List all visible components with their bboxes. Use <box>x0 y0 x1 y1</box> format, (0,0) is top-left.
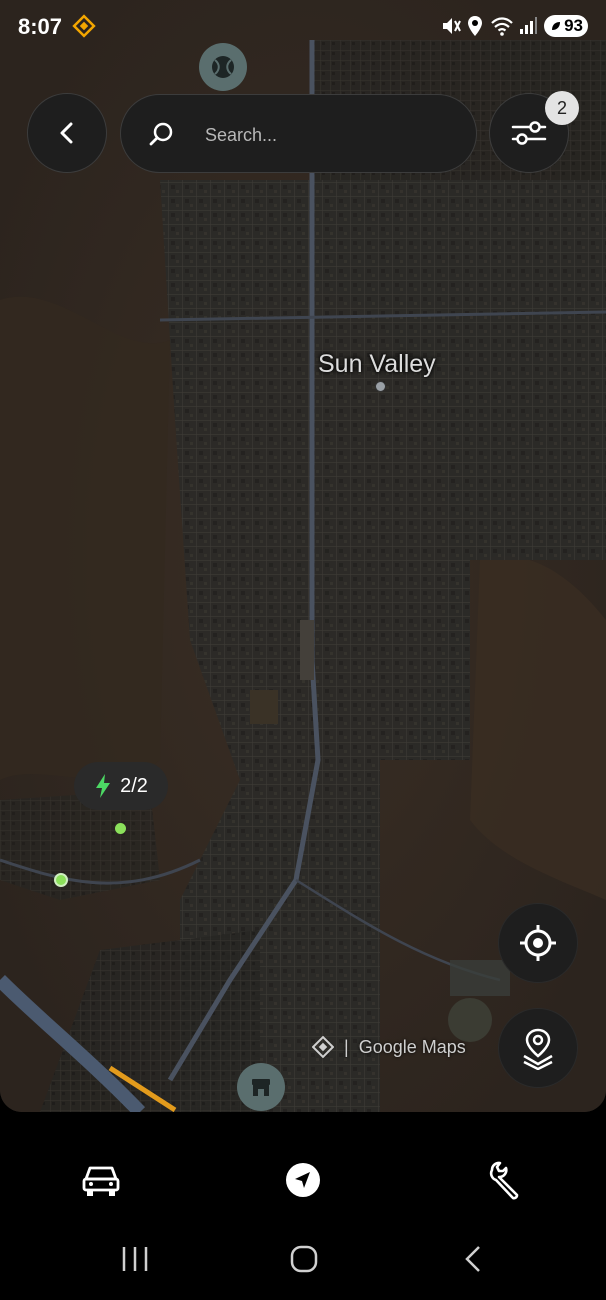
search-bar[interactable] <box>120 94 477 173</box>
store-poi-marker[interactable] <box>237 1063 285 1111</box>
sliders-icon <box>511 121 547 145</box>
charger-dot[interactable] <box>115 823 126 834</box>
status-bar: 8:07 93 <box>0 0 606 56</box>
search-icon <box>149 122 173 146</box>
battery-level: 93 <box>564 16 583 35</box>
map-attribution: | Google Maps <box>312 1036 466 1058</box>
wifi-icon <box>491 17 513 36</box>
back-button[interactable] <box>27 93 107 173</box>
location-icon <box>468 16 482 36</box>
filter-count-badge: 2 <box>545 91 579 125</box>
search-input[interactable] <box>203 117 462 153</box>
lightning-icon <box>96 774 111 798</box>
charging-station-marker[interactable]: 2/2 <box>74 762 168 810</box>
locate-me-icon <box>520 925 556 961</box>
map-layers-icon <box>523 1028 553 1070</box>
system-home-button[interactable] <box>279 1234 329 1284</box>
system-recents-button[interactable] <box>110 1234 160 1284</box>
place-dot <box>375 381 386 392</box>
charger-dot[interactable] <box>54 873 68 887</box>
charging-availability: 2/2 <box>120 774 148 797</box>
status-time: 8:07 <box>18 14 63 39</box>
place-label-sun-valley[interactable]: Sun Valley <box>318 350 436 379</box>
battery-saver-icon <box>552 22 560 30</box>
chevron-left-icon <box>60 122 73 144</box>
recents-icon <box>122 1247 148 1271</box>
battery-indicator: 93 <box>544 15 588 37</box>
tennis-ball-icon <box>212 56 234 78</box>
car-icon <box>82 1166 120 1196</box>
map-logo-icon <box>312 1036 334 1058</box>
locate-me-button[interactable] <box>498 903 578 983</box>
attribution-separator: | <box>344 1036 349 1057</box>
nav-vehicle-tab[interactable] <box>77 1156 125 1204</box>
system-back-button[interactable] <box>448 1234 498 1284</box>
mute-vibrate-icon <box>443 18 461 34</box>
map-layers-button[interactable] <box>498 1008 578 1088</box>
home-icon <box>290 1245 318 1273</box>
signal-icon <box>520 17 537 34</box>
diamond-app-icon <box>72 14 96 38</box>
wrench-icon <box>489 1161 519 1200</box>
store-icon <box>252 1079 270 1096</box>
navigation-arrow-icon <box>286 1163 320 1197</box>
nav-navigation-tab[interactable] <box>279 1156 327 1204</box>
nav-service-tab[interactable] <box>481 1156 529 1204</box>
attribution-text: Google Maps <box>358 1036 466 1057</box>
back-icon <box>465 1246 480 1272</box>
